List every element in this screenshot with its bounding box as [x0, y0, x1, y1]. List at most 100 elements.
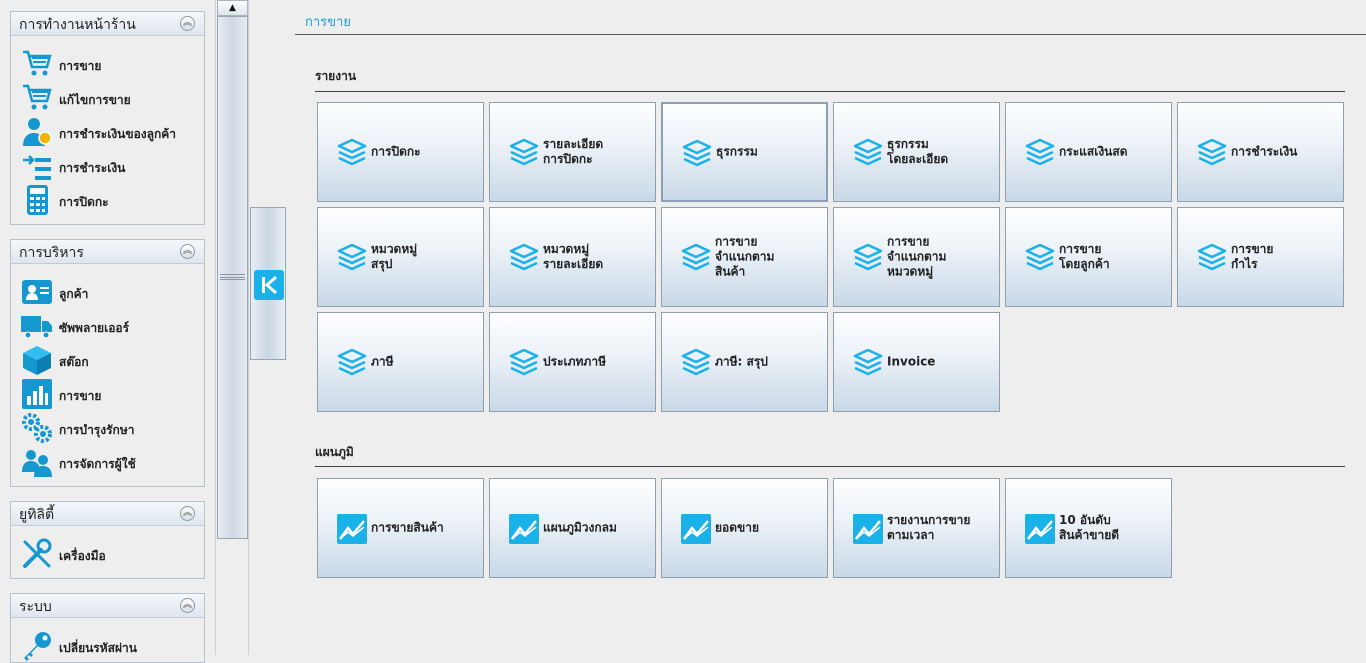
gears-icon — [22, 413, 52, 443]
report-layers-icon — [681, 348, 711, 376]
report-tile[interactable]: หมวดหมู่ สรุป — [317, 207, 484, 307]
report-layers-icon — [853, 243, 883, 271]
sidebar-item-label: การชำระเงิน — [59, 161, 126, 175]
report-tile[interactable]: ประเภทภาษี — [489, 312, 656, 412]
collapse-icon[interactable]: ︽ — [180, 598, 195, 613]
sidebar-item-stock[interactable]: สต๊อก — [21, 344, 201, 376]
sidebar-item-suppliers[interactable]: ซัพพลายเออร์ — [21, 310, 201, 342]
panel-utilities: ยูทิลิตี้ ︽ เครื่องมือ — [10, 501, 205, 579]
report-tile[interactable]: กระแสเงินสด — [1005, 102, 1172, 202]
tile-label: ภาษี — [371, 354, 394, 369]
tile-label: ภาษี: สรุป — [715, 354, 768, 369]
sidebar-item-maintenance[interactable]: การบำรุงรักษา — [21, 412, 201, 444]
sidebar-item-edit-sales[interactable]: แก้ไขการขาย — [21, 82, 201, 114]
report-layers-icon — [509, 138, 539, 166]
sidebar: การทำงานหน้าร้าน ︽ การขาย แก้ไขการขาย กา… — [0, 0, 214, 663]
tile-label: หมวดหมู่ รายละเอียด — [543, 242, 604, 271]
sidebar-item-sales-admin[interactable]: การขาย — [21, 378, 201, 410]
report-tile[interactable]: ธุรกรรม โดยละเอียด — [833, 102, 1000, 202]
panel-header[interactable]: ยูทิลิตี้ ︽ — [11, 502, 204, 526]
tile-label: การขาย จำแนกตาม สินค้า — [715, 234, 775, 279]
shopping-cart-icon — [23, 84, 52, 110]
panel-header[interactable]: การบริหาร ︽ — [11, 240, 204, 264]
tile-label: การขาย โดยลูกค้า — [1059, 242, 1110, 271]
users-icon — [22, 450, 52, 477]
report-tile[interactable]: การชำระเงิน — [1177, 102, 1344, 202]
title-divider — [295, 34, 1366, 35]
chart-tile[interactable]: การขายสินค้า — [317, 478, 484, 578]
report-layers-icon — [1197, 243, 1227, 271]
panel-front-office: การทำงานหน้าร้าน ︽ การขาย แก้ไขการขาย กา… — [10, 11, 205, 225]
sidebar-item-user-management[interactable]: การจัดการผู้ใช้ — [21, 446, 201, 478]
line-chart-icon — [1025, 514, 1055, 544]
sidebar-item-sales[interactable]: การขาย — [21, 48, 201, 80]
report-tile[interactable]: หมวดหมู่ รายละเอียด — [489, 207, 656, 307]
section-divider — [315, 466, 1345, 467]
scrollbar-thumb[interactable] — [217, 16, 248, 539]
tile-label: รายละเอียด การปิดกะ — [543, 137, 604, 166]
sidebar-item-customer-payment[interactable]: การชำระเงินของลูกค้า — [21, 116, 201, 148]
line-chart-icon — [509, 514, 539, 544]
main-content: การขาย รายงาน การปิดกะ รายละเอียด การปิดก… — [295, 0, 1366, 655]
report-tile[interactable]: ภาษี: สรุป — [661, 312, 828, 412]
sidebar-scrollbar[interactable]: ▲ — [215, 0, 249, 655]
collapse-icon[interactable]: ︽ — [180, 506, 195, 521]
report-tile[interactable]: Invoice — [833, 312, 1000, 412]
report-layers-icon — [681, 243, 711, 271]
panel-title: ยูทิลิตี้ — [19, 507, 55, 523]
report-layers-icon — [337, 348, 367, 376]
shopping-cart-icon — [23, 50, 52, 76]
section-divider — [315, 91, 1345, 92]
collapse-icon[interactable]: ︽ — [180, 16, 195, 31]
report-layers-icon — [337, 243, 367, 271]
sidebar-item-label: ซัพพลายเออร์ — [59, 321, 130, 335]
sidebar-item-label: แก้ไขการขาย — [59, 93, 131, 107]
report-tile[interactable]: การขาย จำแนกตาม สินค้า — [661, 207, 828, 307]
chart-tile[interactable]: รายงานการขาย ตามเวลา — [833, 478, 1000, 578]
sidebar-item-label: การปิดกะ — [59, 195, 109, 209]
report-tile[interactable]: การขาย จำแนกตาม หมวดหมู่ — [833, 207, 1000, 307]
tile-label: การขาย จำแนกตาม หมวดหมู่ — [887, 234, 947, 279]
sidebar-item-close-shift[interactable]: การปิดกะ — [21, 184, 201, 216]
tile-label: แผนภูมิวงกลม — [543, 520, 617, 535]
report-tile[interactable]: การขาย กำไร — [1177, 207, 1344, 307]
report-layers-icon — [682, 139, 712, 167]
section-title-charts: แผนภูมิ — [315, 445, 354, 459]
report-layers-icon — [853, 348, 883, 376]
report-layers-icon — [853, 138, 883, 166]
panel-header[interactable]: การทำงานหน้าร้าน ︽ — [11, 12, 204, 36]
chart-tile[interactable]: แผนภูมิวงกลม — [489, 478, 656, 578]
line-chart-icon — [853, 514, 883, 544]
report-tile[interactable]: การปิดกะ — [317, 102, 484, 202]
report-layers-icon — [509, 348, 539, 376]
tools-icon — [23, 538, 52, 568]
sidebar-item-label: การชำระเงินของลูกค้า — [59, 127, 177, 141]
chart-tile[interactable]: 10 อันดับ สินค้าขายดี — [1005, 478, 1172, 578]
box-icon — [23, 346, 51, 375]
tile-label: Invoice — [887, 354, 936, 369]
tile-label: การขายสินค้า — [371, 520, 444, 535]
sidebar-item-customers[interactable]: ลูกค้า — [21, 276, 201, 308]
sidebar-item-payment[interactable]: การชำระเงิน — [21, 150, 201, 182]
report-layers-icon — [1025, 138, 1055, 166]
panel-header[interactable]: ระบบ ︽ — [11, 594, 204, 618]
report-tile[interactable]: ธุรกรรม — [661, 102, 828, 202]
sidebar-item-tools[interactable]: เครื่องมือ — [21, 538, 201, 570]
report-layers-icon — [1197, 138, 1227, 166]
sidebar-item-label: ลูกค้า — [59, 287, 89, 301]
sidebar-item-change-password[interactable]: เปลี่ยนรหัสผ่าน — [21, 630, 201, 662]
payment-arrow-icon — [23, 155, 51, 180]
collapse-sidebar-button[interactable] — [250, 207, 286, 360]
report-tile[interactable]: ภาษี — [317, 312, 484, 412]
line-chart-icon — [681, 514, 711, 544]
chart-tile[interactable]: ยอดขาย — [661, 478, 828, 578]
report-tile[interactable]: รายละเอียด การปิดกะ — [489, 102, 656, 202]
panel-title: การทำงานหน้าร้าน — [19, 17, 136, 33]
collapse-icon[interactable]: ︽ — [180, 244, 195, 259]
tile-label: การขาย กำไร — [1231, 242, 1274, 271]
calculator-icon — [27, 185, 48, 215]
scroll-up-arrow[interactable]: ▲ — [217, 0, 248, 16]
panel-title: ระบบ — [19, 599, 52, 615]
tile-label: 10 อันดับ สินค้าขายดี — [1059, 513, 1120, 542]
report-tile[interactable]: การขาย โดยลูกค้า — [1005, 207, 1172, 307]
